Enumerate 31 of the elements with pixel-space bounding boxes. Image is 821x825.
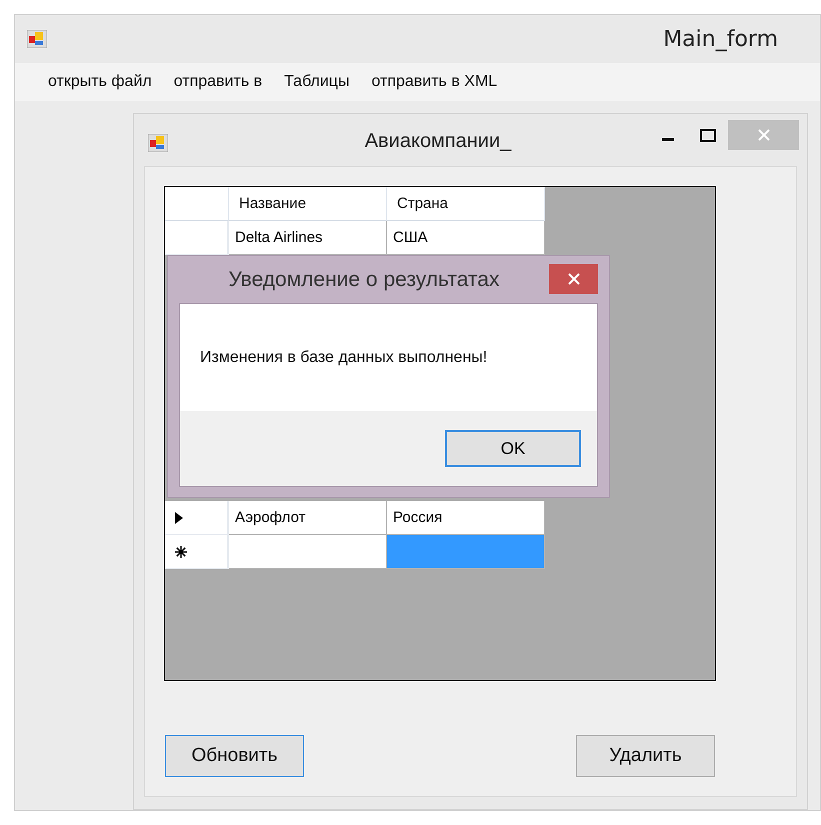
column-header[interactable]: Название: [229, 187, 387, 221]
table-cell[interactable]: [229, 535, 387, 569]
app-icon: [148, 134, 168, 152]
row-header[interactable]: [165, 535, 229, 569]
ok-button[interactable]: OK: [445, 430, 581, 467]
child-window-title: Авиакомпании_: [364, 130, 512, 153]
table-cell[interactable]: Россия: [387, 501, 545, 535]
menu-item[interactable]: открыть файл: [37, 69, 163, 95]
menu-item[interactable]: отправить в: [162, 69, 274, 95]
close-icon: [568, 273, 580, 285]
row-header[interactable]: [165, 501, 229, 535]
dialog-title: Уведомление о результатах: [227, 267, 500, 292]
close-icon: [758, 129, 770, 141]
menu-item[interactable]: Таблицы: [273, 69, 360, 95]
corner-header: [165, 187, 229, 221]
window-title: Main_form: [663, 26, 778, 52]
table-cell[interactable]: США: [387, 221, 545, 255]
form-button[interactable]: Удалить: [576, 735, 715, 777]
table-cell[interactable]: Delta Airlines: [229, 221, 387, 255]
app-icon: [27, 30, 47, 48]
table-cell[interactable]: Аэрофлот: [229, 501, 387, 535]
column-header[interactable]: Страна: [387, 187, 545, 221]
maximize-icon: [700, 128, 716, 142]
dialog-message: Изменения в базе данных выполнены!: [200, 348, 488, 366]
close-button[interactable]: [549, 264, 598, 294]
minimize-icon: [662, 138, 674, 140]
current-row-icon: [175, 512, 183, 524]
menu-item[interactable]: отправить в XML: [360, 69, 508, 95]
form-button[interactable]: Обновить: [165, 735, 304, 777]
table-cell[interactable]: [387, 535, 545, 569]
asterisk-icon: [175, 546, 187, 558]
